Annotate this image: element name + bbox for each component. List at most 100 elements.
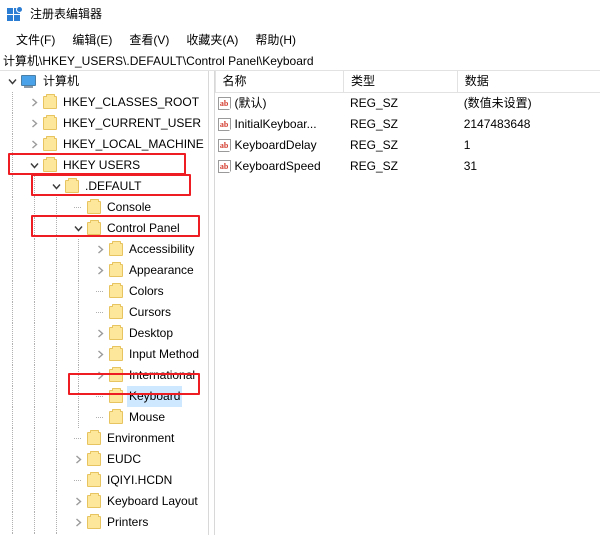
menu-item-favorites[interactable]: 收藏夹(A) <box>178 29 247 50</box>
tree-item-default[interactable]: .DEFAULT <box>0 176 208 197</box>
chevron-down-icon[interactable] <box>48 176 64 197</box>
tree-guide-line <box>12 344 13 365</box>
tree-item-international[interactable]: International <box>0 365 208 386</box>
tree-item-hkey-users[interactable]: HKEY USERS <box>0 155 208 176</box>
tree-guide-line <box>34 491 35 512</box>
tree-guide-line <box>34 239 35 260</box>
chevron-right-icon[interactable] <box>26 92 42 113</box>
tree-item-eudc[interactable]: EUDC <box>0 449 208 470</box>
tree-guide-line <box>34 386 35 407</box>
tree-item-label: Keyboard <box>127 386 183 407</box>
tree-item-cursors[interactable]: Cursors <box>0 302 208 323</box>
tree-guide-line <box>56 344 57 365</box>
tree-guide-line <box>78 239 79 260</box>
chevron-right-icon[interactable] <box>92 344 108 365</box>
chevron-right-icon[interactable] <box>26 113 42 134</box>
string-value-icon: ab <box>217 117 232 132</box>
tree-item-environment[interactable]: Environment <box>0 428 208 449</box>
menu-item-file[interactable]: 文件(F) <box>8 29 64 50</box>
chevron-down-icon[interactable] <box>26 155 42 176</box>
tree-item-label: Appearance <box>129 263 194 277</box>
tree-item-label: Printers <box>107 515 149 529</box>
tree-guide-line <box>34 449 35 470</box>
tree-item-label: International <box>129 368 196 382</box>
tree-item-accessibility[interactable]: Accessibility <box>0 239 208 260</box>
chevron-down-icon[interactable] <box>70 218 86 239</box>
tree-item-hkey-local-machine[interactable]: HKEY_LOCAL_MACHINE <box>0 134 208 155</box>
title-bar: 注册表编辑器 <box>0 0 600 28</box>
chevron-right-icon[interactable] <box>26 134 42 155</box>
address-bar[interactable]: 计算机\HKEY_USERS\.DEFAULT\Control Panel\Ke… <box>0 50 600 71</box>
tree-guide-line <box>12 134 13 155</box>
chevron-right-icon[interactable] <box>92 239 108 260</box>
column-header-type[interactable]: 类型 <box>343 71 457 92</box>
tree-item-colors[interactable]: Colors <box>0 281 208 302</box>
tree-item-keyboard-layout[interactable]: Keyboard Layout <box>0 491 208 512</box>
tree-item-console[interactable]: Console <box>0 197 208 218</box>
tree-item-hkey-current-user[interactable]: HKEY_CURRENT_USER <box>0 113 208 134</box>
value-row[interactable]: ab KeyboardDelay REG_SZ 1 <box>215 135 600 156</box>
value-list[interactable]: 名称 类型 数据 ab (默认) REG_SZ (数值未设置) ab InitialKey… <box>214 71 600 535</box>
value-type-cell: REG_SZ <box>350 159 399 173</box>
tree-item-input-method[interactable]: Input Method <box>0 344 208 365</box>
tree-guide-line <box>78 281 79 302</box>
chevron-right-icon[interactable] <box>92 260 108 281</box>
chevron-right-icon[interactable] <box>70 512 86 533</box>
tree-item-label: .DEFAULT <box>85 179 142 193</box>
tree-item-label: Mouse <box>129 410 166 424</box>
main-content: 计算机 HKEY_CLASSES_ROOT HKEY_CURRENT_USER HKE… <box>0 71 600 535</box>
tree-item-mouse[interactable]: Mouse <box>0 407 208 428</box>
tree-guide-line <box>34 197 35 218</box>
tree-guide-line <box>12 281 13 302</box>
tree-item-control-panel[interactable]: Control Panel <box>0 218 208 239</box>
folder-icon <box>86 197 102 218</box>
registry-path[interactable]: 计算机\HKEY_USERS\.DEFAULT\Control Panel\Ke… <box>3 52 314 69</box>
tree-guide-line <box>12 449 13 470</box>
tree-guide-line <box>34 512 35 533</box>
tree-leaf-spacer <box>70 428 86 449</box>
folder-icon <box>64 176 80 197</box>
tree-item-printers[interactable]: Printers <box>0 512 208 533</box>
folder-icon <box>86 512 102 533</box>
column-header-data[interactable]: 数据 <box>456 71 600 92</box>
chevron-right-icon[interactable] <box>70 491 86 512</box>
tree-guide-line <box>12 470 13 491</box>
value-row[interactable]: ab KeyboardSpeed REG_SZ 31 <box>215 156 600 177</box>
tree-item-[interactable]: 计算机 <box>0 71 208 92</box>
value-row[interactable]: ab InitialKeyboar... REG_SZ 2147483648 <box>215 114 600 135</box>
tree-item-label: Keyboard Layout <box>107 494 198 508</box>
value-type-cell: REG_SZ <box>350 117 399 131</box>
tree-item-appearance[interactable]: Appearance <box>0 260 208 281</box>
tree-guide-line <box>12 302 13 323</box>
column-header-name[interactable]: 名称 <box>214 71 343 92</box>
chevron-right-icon[interactable] <box>92 365 108 386</box>
tree-guide-line <box>12 239 13 260</box>
registry-tree[interactable]: 计算机 HKEY_CLASSES_ROOT HKEY_CURRENT_USER HKE… <box>0 71 208 535</box>
tree-item-label: Colors <box>129 284 164 298</box>
tree-guide-line <box>34 470 35 491</box>
tree-guide-line <box>78 323 79 344</box>
tree-guide-line <box>78 407 79 428</box>
value-data-cell: 2147483648 <box>463 117 531 131</box>
menu-item-view[interactable]: 查看(V) <box>121 29 178 50</box>
value-list-header: 名称 类型 数据 <box>214 71 600 93</box>
pane-splitter[interactable] <box>207 71 215 535</box>
chevron-right-icon[interactable] <box>92 323 108 344</box>
tree-item-keyboard[interactable]: Keyboard <box>0 386 208 407</box>
string-value-icon: ab <box>217 138 232 153</box>
chevron-down-icon[interactable] <box>4 71 20 92</box>
tree-guide-line <box>34 365 35 386</box>
folder-icon <box>86 449 102 470</box>
chevron-right-icon[interactable] <box>70 449 86 470</box>
string-value-icon: ab <box>217 96 232 111</box>
menu-item-edit[interactable]: 编辑(E) <box>64 29 121 50</box>
value-name-cell: ab (默认) <box>215 93 343 114</box>
tree-guide-line <box>12 155 13 176</box>
tree-item-label: Control Panel <box>107 221 180 235</box>
tree-guide-line <box>34 302 35 323</box>
value-row[interactable]: ab (默认) REG_SZ (数值未设置) <box>215 93 600 114</box>
tree-item-iqiyi-hcdn[interactable]: IQIYI.HCDN <box>0 470 208 491</box>
menu-item-help[interactable]: 帮助(H) <box>247 29 305 50</box>
tree-item-hkey-classes-root[interactable]: HKEY_CLASSES_ROOT <box>0 92 208 113</box>
tree-item-desktop[interactable]: Desktop <box>0 323 208 344</box>
